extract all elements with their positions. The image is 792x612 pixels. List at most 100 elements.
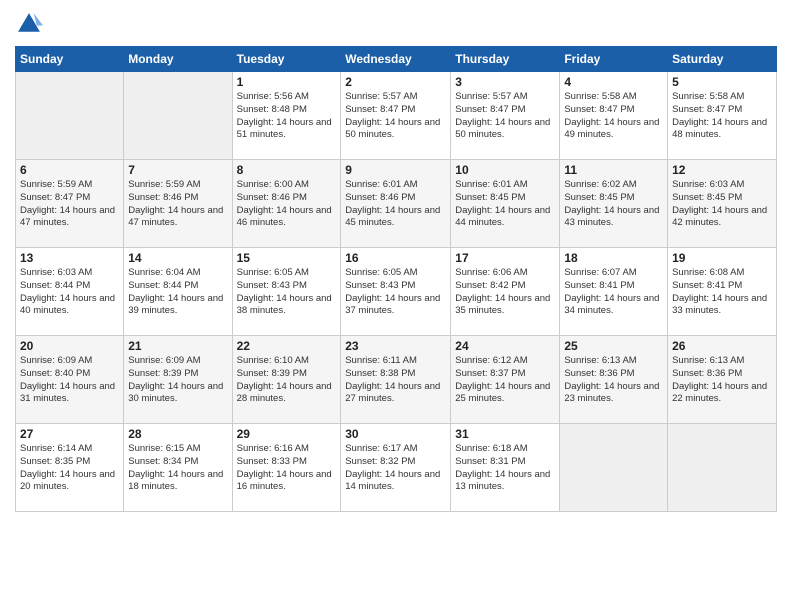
weekday-header-friday: Friday xyxy=(560,47,668,72)
cell-content: Sunrise: 6:09 AMSunset: 8:39 PMDaylight:… xyxy=(128,355,227,406)
weekday-header-monday: Monday xyxy=(124,47,232,72)
calendar-cell: 23 Sunrise: 6:11 AMSunset: 8:38 PMDayligh… xyxy=(341,336,451,424)
calendar-cell: 21 Sunrise: 6:09 AMSunset: 8:39 PMDayligh… xyxy=(124,336,232,424)
cell-content: Sunrise: 6:13 AMSunset: 8:36 PMDaylight:… xyxy=(672,355,772,406)
day-number: 15 xyxy=(237,251,337,265)
cell-content: Sunrise: 6:08 AMSunset: 8:41 PMDaylight:… xyxy=(672,267,772,318)
day-number: 2 xyxy=(345,75,446,89)
day-number: 19 xyxy=(672,251,772,265)
day-number: 29 xyxy=(237,427,337,441)
day-number: 6 xyxy=(20,163,119,177)
calendar-cell: 15 Sunrise: 6:05 AMSunset: 8:43 PMDayligh… xyxy=(232,248,341,336)
calendar-cell: 31 Sunrise: 6:18 AMSunset: 8:31 PMDayligh… xyxy=(451,424,560,512)
calendar-cell: 13 Sunrise: 6:03 AMSunset: 8:44 PMDayligh… xyxy=(16,248,124,336)
cell-content: Sunrise: 6:03 AMSunset: 8:45 PMDaylight:… xyxy=(672,179,772,230)
day-number: 16 xyxy=(345,251,446,265)
calendar-cell: 22Sunrise: 6:10 AMSunset: 8:39 PMDayligh… xyxy=(232,336,341,424)
day-number: 10 xyxy=(455,163,555,177)
weekday-header-thursday: Thursday xyxy=(451,47,560,72)
day-number: 25 xyxy=(564,339,663,353)
cell-content: Sunrise: 6:02 AMSunset: 8:45 PMDaylight:… xyxy=(564,179,663,230)
calendar-cell: 3 Sunrise: 5:57 AMSunset: 8:47 PMDaylight… xyxy=(451,72,560,160)
day-number: 20 xyxy=(20,339,119,353)
day-number: 9 xyxy=(345,163,446,177)
calendar-week-3: 13 Sunrise: 6:03 AMSunset: 8:44 PMDayligh… xyxy=(16,248,777,336)
cell-content: Sunrise: 6:01 AMSunset: 8:45 PMDaylight:… xyxy=(455,179,555,230)
header xyxy=(15,10,777,38)
day-number: 30 xyxy=(345,427,446,441)
cell-content: Sunrise: 5:57 AMSunset: 8:47 PMDaylight:… xyxy=(455,91,555,142)
cell-content: Sunrise: 6:03 AMSunset: 8:44 PMDaylight:… xyxy=(20,267,119,318)
calendar: SundayMondayTuesdayWednesdayThursdayFrid… xyxy=(15,46,777,512)
day-number: 28 xyxy=(128,427,227,441)
cell-content: Sunrise: 6:01 AMSunset: 8:46 PMDaylight:… xyxy=(345,179,446,230)
cell-content: Sunrise: 6:16 AMSunset: 8:33 PMDaylight:… xyxy=(237,443,337,494)
day-number: 12 xyxy=(672,163,772,177)
day-number: 27 xyxy=(20,427,119,441)
day-number: 5 xyxy=(672,75,772,89)
day-number: 17 xyxy=(455,251,555,265)
day-number: 21 xyxy=(128,339,227,353)
cell-content: Sunrise: 5:59 AMSunset: 8:47 PMDaylight:… xyxy=(20,179,119,230)
cell-content: Sunrise: 5:56 AMSunset: 8:48 PMDaylight:… xyxy=(237,91,337,142)
day-number: 8 xyxy=(237,163,337,177)
weekday-header-saturday: Saturday xyxy=(668,47,777,72)
cell-content: Sunrise: 5:59 AMSunset: 8:46 PMDaylight:… xyxy=(128,179,227,230)
weekday-header-row: SundayMondayTuesdayWednesdayThursdayFrid… xyxy=(16,47,777,72)
calendar-cell: 20Sunrise: 6:09 AMSunset: 8:40 PMDayligh… xyxy=(16,336,124,424)
day-number: 31 xyxy=(455,427,555,441)
day-number: 23 xyxy=(345,339,446,353)
calendar-week-2: 6 Sunrise: 5:59 AMSunset: 8:47 PMDaylight… xyxy=(16,160,777,248)
calendar-cell: 19 Sunrise: 6:08 AMSunset: 8:41 PMDayligh… xyxy=(668,248,777,336)
calendar-cell: 17Sunrise: 6:06 AMSunset: 8:42 PMDayligh… xyxy=(451,248,560,336)
day-number: 26 xyxy=(672,339,772,353)
logo-icon xyxy=(15,10,43,38)
day-number: 7 xyxy=(128,163,227,177)
calendar-cell: 30 Sunrise: 6:17 AMSunset: 8:32 PMDayligh… xyxy=(341,424,451,512)
day-number: 13 xyxy=(20,251,119,265)
logo xyxy=(15,10,47,38)
day-number: 14 xyxy=(128,251,227,265)
calendar-cell: 24 Sunrise: 6:12 AMSunset: 8:37 PMDayligh… xyxy=(451,336,560,424)
cell-content: Sunrise: 6:05 AMSunset: 8:43 PMDaylight:… xyxy=(345,267,446,318)
cell-content: Sunrise: 6:07 AMSunset: 8:41 PMDaylight:… xyxy=(564,267,663,318)
weekday-header-wednesday: Wednesday xyxy=(341,47,451,72)
calendar-cell: 16 Sunrise: 6:05 AMSunset: 8:43 PMDayligh… xyxy=(341,248,451,336)
cell-content: Sunrise: 6:10 AMSunset: 8:39 PMDaylight:… xyxy=(237,355,337,406)
calendar-cell xyxy=(560,424,668,512)
cell-content: Sunrise: 6:15 AMSunset: 8:34 PMDaylight:… xyxy=(128,443,227,494)
calendar-cell: 25 Sunrise: 6:13 AMSunset: 8:36 PMDayligh… xyxy=(560,336,668,424)
calendar-cell: 4 Sunrise: 5:58 AMSunset: 8:47 PMDaylight… xyxy=(560,72,668,160)
calendar-cell xyxy=(124,72,232,160)
day-number: 3 xyxy=(455,75,555,89)
cell-content: Sunrise: 6:18 AMSunset: 8:31 PMDaylight:… xyxy=(455,443,555,494)
calendar-cell: 14 Sunrise: 6:04 AMSunset: 8:44 PMDayligh… xyxy=(124,248,232,336)
calendar-cell: 7 Sunrise: 5:59 AMSunset: 8:46 PMDaylight… xyxy=(124,160,232,248)
page: SundayMondayTuesdayWednesdayThursdayFrid… xyxy=(0,0,792,612)
cell-content: Sunrise: 6:05 AMSunset: 8:43 PMDaylight:… xyxy=(237,267,337,318)
cell-content: Sunrise: 6:17 AMSunset: 8:32 PMDaylight:… xyxy=(345,443,446,494)
cell-content: Sunrise: 5:58 AMSunset: 8:47 PMDaylight:… xyxy=(564,91,663,142)
day-number: 11 xyxy=(564,163,663,177)
cell-content: Sunrise: 6:13 AMSunset: 8:36 PMDaylight:… xyxy=(564,355,663,406)
day-number: 24 xyxy=(455,339,555,353)
calendar-cell xyxy=(668,424,777,512)
cell-content: Sunrise: 6:14 AMSunset: 8:35 PMDaylight:… xyxy=(20,443,119,494)
day-number: 18 xyxy=(564,251,663,265)
calendar-cell: 6 Sunrise: 5:59 AMSunset: 8:47 PMDaylight… xyxy=(16,160,124,248)
calendar-cell: 18 Sunrise: 6:07 AMSunset: 8:41 PMDayligh… xyxy=(560,248,668,336)
calendar-cell: 10 Sunrise: 6:01 AMSunset: 8:45 PMDayligh… xyxy=(451,160,560,248)
day-number: 4 xyxy=(564,75,663,89)
calendar-week-4: 20Sunrise: 6:09 AMSunset: 8:40 PMDayligh… xyxy=(16,336,777,424)
calendar-cell: 27 Sunrise: 6:14 AMSunset: 8:35 PMDayligh… xyxy=(16,424,124,512)
cell-content: Sunrise: 6:00 AMSunset: 8:46 PMDaylight:… xyxy=(237,179,337,230)
calendar-cell: 8 Sunrise: 6:00 AMSunset: 8:46 PMDaylight… xyxy=(232,160,341,248)
cell-content: Sunrise: 6:11 AMSunset: 8:38 PMDaylight:… xyxy=(345,355,446,406)
calendar-cell: 12 Sunrise: 6:03 AMSunset: 8:45 PMDayligh… xyxy=(668,160,777,248)
cell-content: Sunrise: 5:57 AMSunset: 8:47 PMDaylight:… xyxy=(345,91,446,142)
cell-content: Sunrise: 6:12 AMSunset: 8:37 PMDaylight:… xyxy=(455,355,555,406)
cell-content: Sunrise: 6:04 AMSunset: 8:44 PMDaylight:… xyxy=(128,267,227,318)
cell-content: Sunrise: 5:58 AMSunset: 8:47 PMDaylight:… xyxy=(672,91,772,142)
weekday-header-tuesday: Tuesday xyxy=(232,47,341,72)
calendar-cell: 29 Sunrise: 6:16 AMSunset: 8:33 PMDayligh… xyxy=(232,424,341,512)
